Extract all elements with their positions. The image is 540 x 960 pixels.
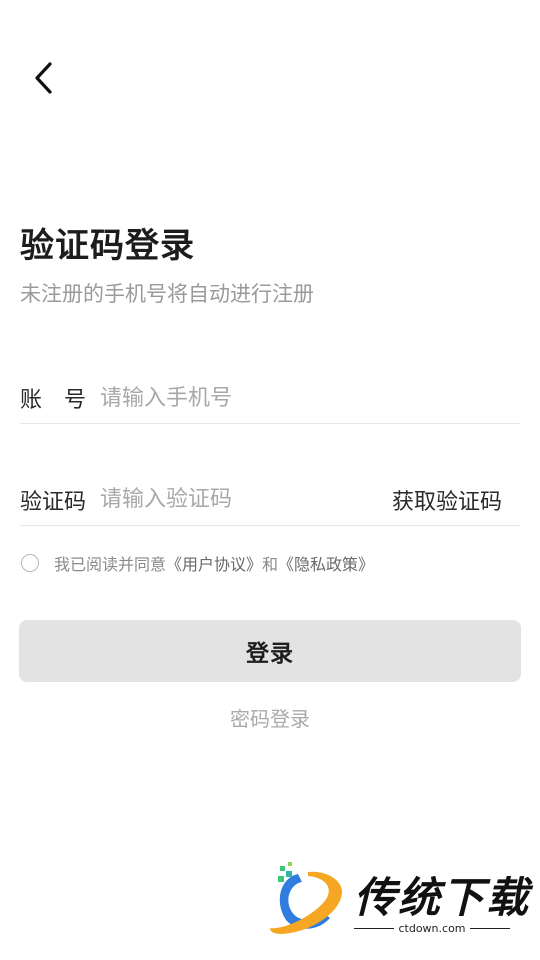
phone-field-label: 账号 (20, 388, 109, 413)
chevron-left-icon (35, 62, 52, 94)
agreement-prefix: 我已阅读并同意 (54, 555, 167, 574)
watermark: 传统下载 ctdown.com (268, 862, 528, 942)
code-field-label: 验证码 (20, 489, 87, 515)
watermark-logo-icon (270, 862, 342, 934)
privacy-policy-link[interactable]: 《隐私政策》 (278, 555, 374, 574)
get-code-button[interactable]: 获取验证码 (392, 484, 520, 516)
watermark-divider (354, 927, 395, 930)
page-title: 验证码登录 (20, 226, 195, 266)
agreement-row: 我已阅读并同意《用户协议》和《隐私政策》 (21, 550, 374, 576)
agreement-conjunction: 和 (262, 555, 279, 574)
login-button[interactable]: 登录 (19, 620, 521, 682)
code-input[interactable] (100, 487, 392, 512)
watermark-brand: 传统下载 (354, 873, 531, 922)
code-field-row: 验证码 获取验证码 (20, 474, 520, 526)
watermark-domain: ctdown.com (398, 922, 466, 935)
agreement-checkbox[interactable] (21, 554, 39, 572)
watermark-divider (469, 927, 510, 930)
phone-input[interactable] (100, 385, 520, 411)
watermark-domain-row: ctdown.com (354, 922, 510, 935)
agreement-text: 我已阅读并同意《用户协议》和《隐私政策》 (54, 551, 374, 575)
phone-field-row: 账号 (20, 373, 520, 424)
back-button[interactable] (22, 56, 66, 100)
user-agreement-link[interactable]: 《用户协议》 (166, 555, 262, 574)
password-login-link[interactable]: 密码登录 (0, 703, 540, 732)
page-subtitle: 未注册的手机号将自动进行注册 (20, 282, 314, 306)
